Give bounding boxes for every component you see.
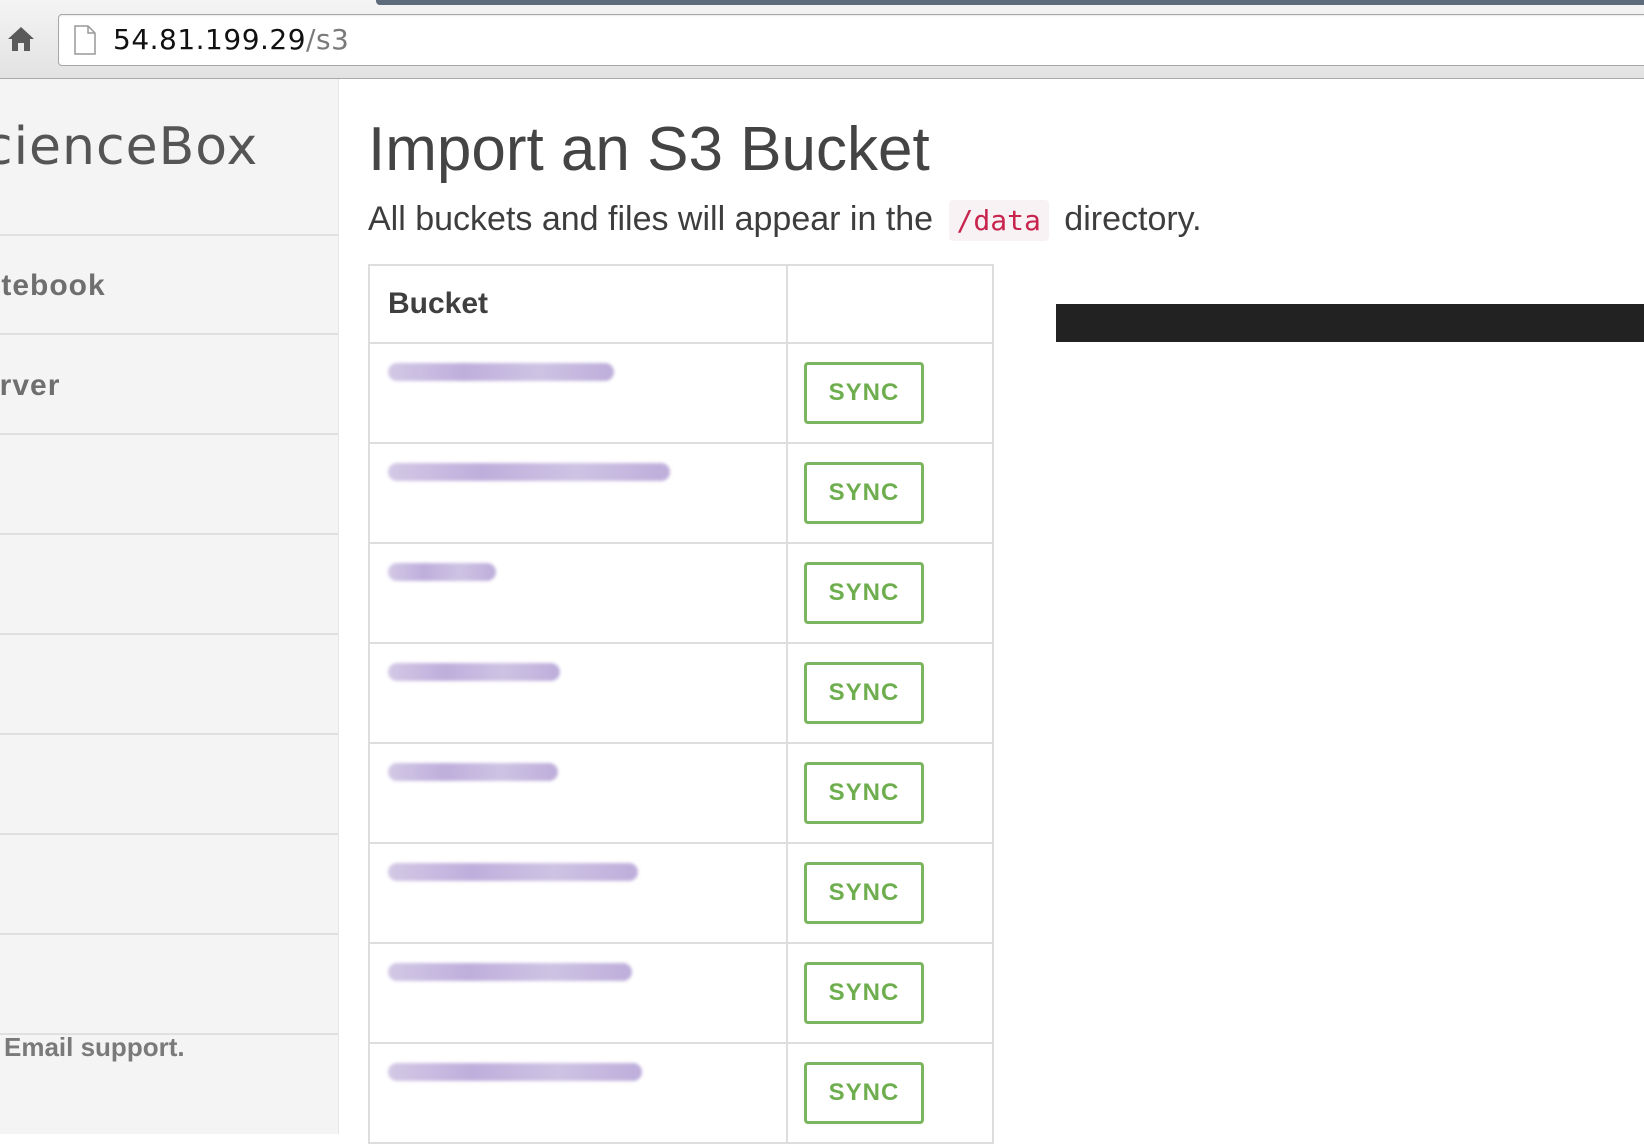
table-row: SYNC <box>368 342 994 444</box>
sync-button[interactable]: SYNC <box>804 462 924 524</box>
sidebar-item-server[interactable]: erver <box>0 369 60 403</box>
url-host: 54.81.199.29 <box>113 23 307 56</box>
document-icon <box>73 25 97 55</box>
bucket-name-cell <box>368 542 788 644</box>
browser-toolbar: 54.81.199.29/s3 <box>0 0 1644 79</box>
page-title: Import an S3 Bucket <box>368 115 930 184</box>
url-path: /s3 <box>306 23 350 56</box>
column-header-bucket: Bucket <box>368 264 788 344</box>
bucket-action-cell: SYNC <box>786 642 994 744</box>
nav-divider <box>0 733 338 735</box>
bucket-name-cell <box>368 742 788 844</box>
redacted-bucket-name <box>388 863 638 881</box>
redacted-bucket-name <box>388 463 670 481</box>
bucket-action-cell: SYNC <box>786 942 994 1044</box>
sidebar: cienceBox otebook erver Email support. <box>0 79 339 1134</box>
table-row: SYNC <box>368 842 994 944</box>
nav-divider <box>0 533 338 535</box>
nav-divider <box>0 633 338 635</box>
data-directory-code: /data <box>948 200 1049 241</box>
table-row: SYNC <box>368 542 994 644</box>
sync-button[interactable]: SYNC <box>804 862 924 924</box>
table-row: SYNC <box>368 1042 994 1144</box>
sync-button[interactable]: SYNC <box>804 1062 924 1124</box>
nav-divider <box>0 833 338 835</box>
bucket-name-cell <box>368 342 788 444</box>
bucket-name-cell <box>368 1042 788 1144</box>
redacted-bucket-name <box>388 963 632 981</box>
redacted-bucket-name <box>388 363 614 381</box>
table-row: SYNC <box>368 442 994 544</box>
sync-button[interactable]: SYNC <box>804 962 924 1024</box>
nav-divider <box>0 933 338 935</box>
redacted-bucket-name <box>388 1063 642 1081</box>
bucket-name-cell <box>368 442 788 544</box>
bucket-name-cell <box>368 642 788 744</box>
sync-button[interactable]: SYNC <box>804 562 924 624</box>
bucket-action-cell: SYNC <box>786 442 994 544</box>
email-support-link[interactable]: Email support. <box>4 1032 185 1063</box>
nav-divider <box>0 333 338 335</box>
column-header-action <box>786 264 994 344</box>
subtitle-text: All buckets and files will appear in the <box>368 200 934 238</box>
tab-strip <box>376 0 1644 5</box>
bucket-action-cell: SYNC <box>786 842 994 944</box>
subtitle-text-end: directory. <box>1064 200 1202 238</box>
bucket-action-cell: SYNC <box>786 1042 994 1144</box>
redacted-bucket-name <box>388 663 560 681</box>
redacted-bucket-name <box>388 563 496 581</box>
sync-button[interactable]: SYNC <box>804 762 924 824</box>
page-subtitle: All buckets and files will appear in the… <box>368 200 1202 241</box>
sync-button[interactable]: SYNC <box>804 362 924 424</box>
sidebar-item-notebook[interactable]: otebook <box>0 269 106 303</box>
table-row: SYNC <box>368 942 994 1044</box>
table-header-row: Bucket <box>368 264 994 344</box>
table-row: SYNC <box>368 742 994 844</box>
bucket-name-cell <box>368 842 788 944</box>
buckets-table: Bucket SYNC SYNC SYNC SYNC SYNC SYNC SYN… <box>368 264 994 1144</box>
bucket-action-cell: SYNC <box>786 542 994 644</box>
nav-divider <box>0 433 338 435</box>
bucket-action-cell: SYNC <box>786 742 994 844</box>
table-row: SYNC <box>368 642 994 744</box>
bucket-action-cell: SYNC <box>786 342 994 444</box>
home-icon[interactable] <box>4 22 38 56</box>
redacted-bucket-name <box>388 763 558 781</box>
brand-logo[interactable]: cienceBox <box>0 117 258 177</box>
sync-button[interactable]: SYNC <box>804 662 924 724</box>
address-bar[interactable]: 54.81.199.29/s3 <box>58 14 1644 66</box>
bucket-name-cell <box>368 942 788 1044</box>
nav-divider <box>0 234 338 236</box>
redaction-bar <box>1056 304 1644 342</box>
url-text: 54.81.199.29/s3 <box>113 23 349 57</box>
